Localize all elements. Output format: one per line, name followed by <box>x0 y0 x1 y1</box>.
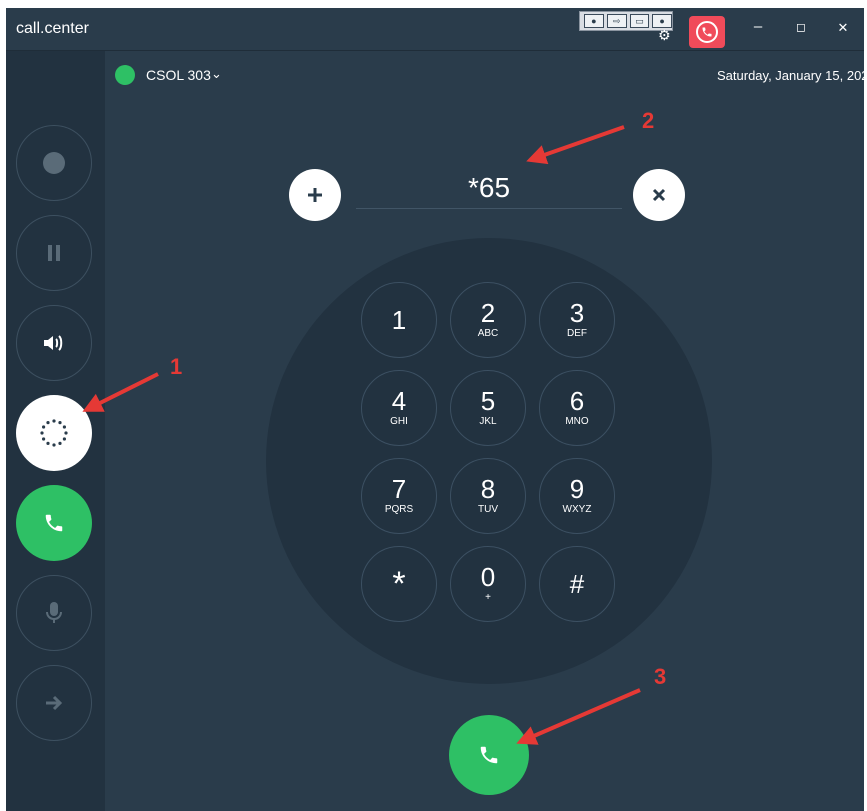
key-letters: + <box>485 592 491 603</box>
key-5[interactable]: 5 JKL <box>450 370 526 446</box>
microphone-icon <box>46 602 62 623</box>
annotation-label-2: 2 <box>642 108 655 133</box>
record-button[interactable] <box>16 125 92 201</box>
phone-icon <box>696 21 718 43</box>
key-6[interactable]: 6 MNO <box>539 370 615 446</box>
key-digit: 6 <box>569 386 585 416</box>
key-digit: * <box>392 565 406 603</box>
key-digit: 4 <box>391 386 407 416</box>
key-digit: 0 <box>480 562 496 592</box>
call-button[interactable] <box>449 715 529 795</box>
record-icon <box>43 152 65 174</box>
speaker-icon <box>44 335 63 351</box>
chevron-down-icon[interactable]: ⌄ <box>211 66 222 82</box>
key-1[interactable]: 1 <box>361 282 437 358</box>
key-digit: 7 <box>391 474 407 504</box>
key-letters: JKL <box>479 416 497 427</box>
app-title: call.center <box>16 20 89 37</box>
close-window-button[interactable]: ✕ <box>831 20 855 36</box>
export-icon[interactable]: ⇨ <box>606 14 627 28</box>
key-2[interactable]: 2 ABC <box>450 282 526 358</box>
close-icon <box>652 188 666 202</box>
dialpad-dots-icon <box>40 419 68 447</box>
key-star[interactable]: * <box>361 546 437 622</box>
key-digit: 1 <box>391 305 407 335</box>
key-hash[interactable]: # <box>539 546 615 622</box>
key-letters: PQRS <box>384 504 414 515</box>
key-letters: MNO <box>565 416 589 427</box>
phone-icon <box>480 746 498 764</box>
camera-icon[interactable]: ● <box>584 14 604 28</box>
key-digit: 9 <box>569 474 585 504</box>
mute-button[interactable] <box>16 575 92 651</box>
key-4[interactable]: 4 GHI <box>361 370 437 446</box>
app-window: call.center ● ⇨ ▭ ● ⚙ ‒ ◻ ✕ CSOL 303 ⌄ S… <box>6 8 864 811</box>
agent-name[interactable]: CSOL 303 <box>146 67 211 83</box>
add-button[interactable] <box>289 169 341 221</box>
window-icon[interactable]: ▭ <box>629 14 650 28</box>
call-controls-sidebar <box>6 51 105 811</box>
hold-button[interactable] <box>16 215 92 291</box>
key-letters: ABC <box>477 328 499 339</box>
key-0[interactable]: 0 + <box>450 546 526 622</box>
annotation-label-3: 3 <box>654 664 667 689</box>
key-digit: 8 <box>480 474 496 504</box>
key-3[interactable]: 3 DEF <box>539 282 615 358</box>
annotation-label-1: 1 <box>170 354 183 379</box>
key-8[interactable]: 8 TUV <box>450 458 526 534</box>
plus-icon <box>308 188 322 202</box>
key-letters: DEF <box>567 328 587 339</box>
camera-alt-icon[interactable]: ● <box>652 14 672 28</box>
incoming-call-alert-button[interactable] <box>689 16 725 48</box>
key-digit: 2 <box>480 298 496 328</box>
dial-input-underline <box>356 208 622 209</box>
key-letters: TUV <box>478 504 498 515</box>
status-indicator[interactable] <box>115 65 135 85</box>
title-bar: call.center ● ⇨ ▭ ● ⚙ ‒ ◻ ✕ <box>6 8 864 51</box>
key-7[interactable]: 7 PQRS <box>361 458 437 534</box>
transfer-button[interactable] <box>16 665 92 741</box>
sidebar-call-button[interactable] <box>16 485 92 561</box>
dialpad-toggle-button[interactable] <box>16 395 92 471</box>
date-display: Saturday, January 15, 202 <box>717 68 864 83</box>
key-digit: 3 <box>569 298 585 328</box>
phone-icon <box>45 514 63 532</box>
key-digit: 5 <box>480 386 496 416</box>
key-9[interactable]: 9 WXYZ <box>539 458 615 534</box>
maximize-button[interactable]: ◻ <box>789 20 813 34</box>
dial-number-input[interactable]: *65 <box>356 172 622 204</box>
clear-button[interactable] <box>633 169 685 221</box>
key-digit: # <box>569 569 585 599</box>
key-letters: GHI <box>390 416 408 427</box>
gear-icon[interactable]: ⚙ <box>658 28 671 42</box>
minimize-button[interactable]: ‒ <box>746 18 770 35</box>
arrow-right-icon <box>46 695 63 711</box>
key-letters: WXYZ <box>562 504 592 515</box>
speaker-button[interactable] <box>16 305 92 381</box>
pause-icon <box>48 245 60 261</box>
